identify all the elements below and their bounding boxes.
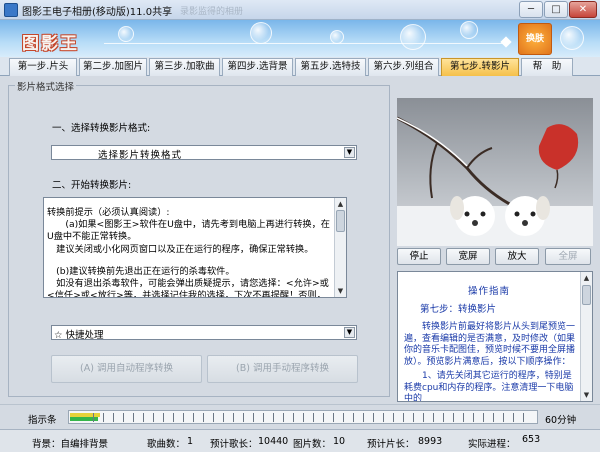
- status-pic-count-label: 图片数：: [293, 439, 332, 450]
- status-est-film-len: 8993: [418, 436, 443, 447]
- status-song-count-label: 歌曲数：: [147, 439, 186, 450]
- bubble-decoration: [250, 22, 272, 44]
- tab-step7[interactable]: 第七步.转影片: [441, 58, 519, 76]
- status-est-film-len-label: 预计片长：: [367, 439, 415, 450]
- group-title: 影片格式选择: [15, 79, 77, 93]
- star-icon: [500, 36, 512, 48]
- scroll-thumb[interactable]: [336, 210, 345, 232]
- banner: 图影王 换肤: [0, 20, 600, 57]
- scroll-up-icon[interactable]: ▲: [581, 272, 592, 284]
- zoom-button[interactable]: 放大: [495, 248, 539, 265]
- bubble-decoration: [560, 26, 584, 50]
- tips-text: 转换前提示（必须认真阅读）: (a)如果<图影王>软件在U盘中，请先考到电脑上再…: [47, 207, 330, 298]
- bubble-decoration: [400, 24, 426, 50]
- tips-line: 转换前提示（必须认真阅读）:: [47, 207, 170, 218]
- guide-paragraph: 1、请先关闭其它运行的程序，特别是耗费cpu和内存的程序。注意清理一下电脑中的: [404, 371, 574, 402]
- quick-process-value: ☆ 快捷处理: [54, 330, 104, 341]
- close-button[interactable]: ✕: [569, 1, 597, 18]
- bubble-decoration: [330, 30, 344, 44]
- minimize-button[interactable]: ─: [519, 1, 543, 18]
- guide-title: 操作指南: [467, 286, 510, 297]
- preview-image: [397, 98, 593, 246]
- auto-convert-button[interactable]: (A) 调用自动程序转换: [51, 355, 202, 383]
- status-background: 背景：自编排背景: [32, 439, 109, 450]
- chevron-down-icon[interactable]: ▼: [344, 147, 355, 158]
- skin-button[interactable]: 换肤: [518, 23, 552, 55]
- tab-step1[interactable]: 第一步.片头: [9, 58, 77, 76]
- scroll-down-icon[interactable]: ▼: [581, 389, 592, 401]
- indicator-ticks: [93, 413, 533, 422]
- bubble-decoration: [118, 26, 134, 42]
- window-ghost-title: 录影监得的相册: [180, 7, 244, 17]
- guide-paragraph: 转换影片前最好将影片从头到尾预览一遍，查看编辑的是否满意，及时修改（如果你的音乐…: [404, 322, 576, 367]
- window-title: 图影王电子相册(移动版)11.0共享: [22, 7, 173, 18]
- guide-scrollbar[interactable]: ▲ ▼: [580, 272, 592, 401]
- tab-help[interactable]: 帮 助: [521, 58, 573, 76]
- tab-step3[interactable]: 第三步.加歌曲: [149, 58, 220, 76]
- tab-step2[interactable]: 第二步.加图片: [79, 58, 147, 76]
- scroll-down-icon[interactable]: ▼: [335, 285, 346, 297]
- guide-text: 转换影片前最好将影片从头到尾预览一遍，查看编辑的是否满意，及时修改（如果你的音乐…: [404, 322, 576, 402]
- format-select-value: 选择影片转换格式: [98, 150, 183, 161]
- tips-textarea[interactable]: 转换前提示（必须认真阅读）: (a)如果<图影王>软件在U盘中，请先考到电脑上再…: [43, 197, 347, 298]
- tips-line: (a)如果<图影王>软件在U盘中，请先考到电脑上再进行转换，在U盘中不能正常转换…: [47, 219, 330, 243]
- banner-line: [104, 43, 504, 44]
- tips-line: 建议关闭或小化网页窗口以及正在运行的程序，确保正常转换。: [47, 243, 314, 255]
- status-est-song-len: 10440: [258, 436, 289, 447]
- bubble-decoration: [460, 21, 478, 39]
- tab-step5[interactable]: 第五步.选特技: [295, 58, 366, 76]
- tips-line: (b)建议转换前先退出正在运行的杀毒软件。: [47, 265, 235, 277]
- scroll-up-icon[interactable]: ▲: [335, 198, 346, 210]
- status-pic-count: 10: [333, 436, 346, 447]
- status-bar: 背景：自编排背景 歌曲数： 1 预计歌长： 10440 图片数： 10 预计片长…: [0, 429, 600, 452]
- status-actual-progress-label: 实际进程：: [468, 439, 516, 450]
- format-select[interactable]: 选择影片转换格式 ▼: [51, 145, 357, 161]
- tips-line: 如没有退出杀毒软件，可能会弹出质疑提示，请您选择：<允许>或<信任>或<放行>等…: [47, 278, 329, 298]
- indicator-label: 指示条: [28, 415, 57, 426]
- maximize-button[interactable]: □: [544, 1, 568, 18]
- app-logo: 图影王: [22, 34, 79, 54]
- fullscreen-button[interactable]: 全屏: [545, 248, 591, 265]
- indicator-end-label: 60分钟: [545, 415, 577, 426]
- tab-step6[interactable]: 第六步.列组合: [368, 58, 439, 76]
- indicator-row: 指示条 60分钟: [0, 404, 600, 429]
- scroll-thumb[interactable]: [582, 285, 591, 305]
- manual-convert-button[interactable]: (B) 调用手动程序转换: [207, 355, 358, 383]
- status-song-count: 1: [187, 436, 194, 447]
- widescreen-button[interactable]: 宽屏: [446, 248, 490, 265]
- app-icon: [4, 3, 18, 17]
- section1-label: 一、选择转换影片格式:: [52, 123, 151, 134]
- main-panel: 影片格式选择 一、选择转换影片格式: 选择影片转换格式 ▼ 二、开始转换影片: …: [0, 76, 600, 404]
- indicator-track: [68, 410, 538, 424]
- status-actual-progress: 653: [522, 434, 541, 445]
- section2-label: 二、开始转换影片:: [52, 180, 132, 191]
- preview-scene: [397, 98, 593, 246]
- tips-scrollbar[interactable]: ▲ ▼: [334, 198, 346, 297]
- chevron-down-icon[interactable]: ▼: [344, 327, 355, 338]
- guide-step: 第七步：转换影片: [420, 304, 497, 315]
- status-est-song-len-label: 预计歌长：: [210, 439, 258, 450]
- guide-panel[interactable]: 操作指南 第七步：转换影片 转换影片前最好将影片从头到尾预览一遍，查看编辑的是否…: [397, 271, 593, 402]
- tab-step4[interactable]: 第四步.选背景: [222, 58, 293, 76]
- tab-bar: 第一步.片头 第二步.加图片 第三步.加歌曲 第四步.选背景 第五步.选特技 第…: [0, 57, 600, 76]
- quick-process-select[interactable]: ☆ 快捷处理 ▼: [51, 325, 357, 341]
- stop-button[interactable]: 停止: [397, 248, 441, 265]
- title-bar: 图影王电子相册(移动版)11.0共享 录影监得的相册 ─ □ ✕: [0, 0, 600, 20]
